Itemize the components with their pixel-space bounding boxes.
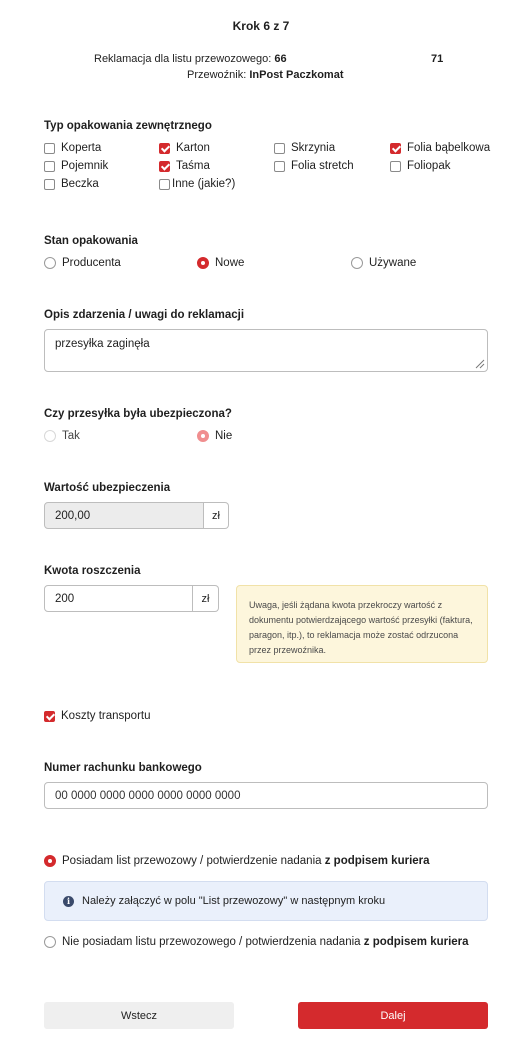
checkbox[interactable]: [274, 142, 285, 154]
checkbox[interactable]: [44, 710, 55, 722]
resize-handle-icon[interactable]: [473, 357, 485, 369]
insurance-value-input: 200,00: [44, 502, 204, 529]
step-indicator: Krok 6 z 7: [232, 19, 290, 33]
condition-title: Stan opakowania: [44, 235, 138, 247]
option-label: Posiadam list przewozowy / potwierdzenie…: [62, 855, 322, 867]
carrier-prefix: Przewoźnik:: [187, 69, 250, 81]
option-label: Nowe: [215, 257, 245, 269]
packaging-option-karton[interactable]: Karton: [159, 142, 210, 154]
packaging-option-folia-stretch[interactable]: Folia stretch: [274, 160, 354, 172]
insurance-value: 200,00: [55, 509, 91, 522]
packaging-option-beczka[interactable]: Beczka: [44, 178, 99, 190]
packaging-option-foliopak[interactable]: Foliopak: [390, 160, 450, 172]
insured-option-nie[interactable]: Nie: [197, 430, 232, 442]
condition-option-nowe[interactable]: Nowe: [197, 257, 244, 269]
checkbox[interactable]: [390, 160, 401, 172]
checkbox[interactable]: [274, 160, 285, 172]
option-label-bold: z podpisem kuriera: [363, 936, 469, 948]
radio[interactable]: [197, 257, 209, 269]
option-label: Folia bąbelkowa: [407, 142, 491, 154]
option-label: Karton: [176, 142, 210, 154]
waybill-info-text: Należy załączyć w polu "List przewozowy"…: [82, 895, 386, 907]
waybill-option-not[interactable]: Nie posiadam listu przewozowego / potwie…: [44, 936, 469, 948]
packaging-option-skrzynia[interactable]: Skrzynia: [274, 142, 335, 154]
option-label: Folia stretch: [291, 160, 354, 172]
claim-amount-input[interactable]: 200: [44, 585, 193, 612]
description-value: przesyłka zaginęła: [55, 338, 150, 350]
packaging-option-tasma[interactable]: Taśma: [159, 160, 210, 172]
radio[interactable]: [44, 936, 56, 948]
packaging-option-pojemnik[interactable]: Pojemnik: [44, 160, 108, 172]
option-label: Tak: [62, 430, 80, 442]
option-label: Koperta: [61, 142, 102, 154]
radio[interactable]: [351, 257, 363, 269]
option-label: Nie posiadam listu przewozowego / potwie…: [62, 936, 361, 948]
radio[interactable]: [44, 257, 56, 269]
claim-amount-value: 200: [55, 592, 75, 605]
checkbox[interactable]: [44, 178, 55, 190]
carrier-line: Przewoźnik: InPost Paczkomat: [187, 69, 344, 81]
claim-amount-title: Kwota roszczenia: [44, 565, 141, 577]
waybill-number-tail: 71: [431, 53, 444, 65]
radio[interactable]: [197, 430, 209, 442]
option-label: Używane: [369, 257, 417, 269]
insured-title: Czy przesyłka była ubezpieczona?: [44, 408, 232, 420]
option-label: Producenta: [62, 257, 121, 269]
carrier-name: InPost Paczkomat: [249, 69, 344, 81]
waybill-info-box: i Należy załączyć w polu "List przewozowy…: [44, 881, 488, 921]
back-button[interactable]: Wstecz: [44, 1002, 234, 1029]
checkbox[interactable]: [390, 142, 401, 154]
insured-option-tak[interactable]: Tak: [44, 430, 80, 442]
option-label: Koszty transportu: [61, 710, 151, 722]
packaging-option-koperta[interactable]: Koperta: [44, 142, 101, 154]
option-label: Beczka: [61, 178, 99, 190]
waybill-number: 66: [274, 53, 287, 65]
checkbox[interactable]: [159, 160, 170, 172]
insurance-value-unit: zł: [204, 502, 229, 529]
option-label: Taśma: [176, 160, 210, 172]
condition-option-uzywane[interactable]: Używane: [351, 257, 416, 269]
checkbox[interactable]: [159, 142, 170, 154]
claim-warning-box: Uwaga, jeśli żądana kwota przekroczy war…: [236, 585, 488, 663]
bank-account-input[interactable]: 00 0000 0000 0000 0000 0000 0000: [44, 782, 488, 809]
bank-account-title: Numer rachunku bankowego: [44, 762, 202, 774]
checkbox[interactable]: [44, 142, 55, 154]
option-label-bold: z podpisem kuriera: [324, 855, 430, 867]
radio[interactable]: [44, 430, 56, 442]
checkbox[interactable]: [159, 178, 170, 190]
packaging-option-folia-babelkowa[interactable]: Folia bąbelkowa: [390, 142, 490, 154]
option-label: Nie: [215, 430, 233, 442]
complaint-line: Reklamacja dla listu przewozowego: 66: [94, 53, 287, 65]
packaging-title: Typ opakowania zewnętrznego: [44, 120, 212, 132]
radio[interactable]: [44, 855, 56, 867]
waybill-option-has[interactable]: Posiadam list przewozowy / potwierdzenie…: [44, 855, 430, 867]
next-button[interactable]: Dalej: [298, 1002, 488, 1029]
condition-option-producenta[interactable]: Producenta: [44, 257, 121, 269]
checkbox[interactable]: [44, 160, 55, 172]
option-label: Foliopak: [407, 160, 451, 172]
insurance-value-title: Wartość ubezpieczenia: [44, 482, 171, 494]
transport-costs-checkbox[interactable]: Koszty transportu: [44, 710, 150, 722]
description-textarea[interactable]: przesyłka zaginęła: [44, 329, 488, 372]
option-label: Skrzynia: [291, 142, 336, 154]
option-label: Pojemnik: [61, 160, 109, 172]
claim-amount-unit: zł: [193, 585, 219, 612]
packaging-option-inne[interactable]: Inne (jakie?): [159, 178, 235, 190]
bank-account-placeholder: 00 0000 0000 0000 0000 0000 0000: [55, 789, 241, 802]
claim-warning-text: Uwaga, jeśli żądana kwota przekroczy war…: [249, 600, 473, 655]
info-icon: i: [63, 895, 74, 907]
description-title: Opis zdarzenia / uwagi do reklamacji: [44, 309, 245, 321]
complaint-prefix: Reklamacja dla listu przewozowego:: [94, 53, 275, 65]
option-label: Inne (jakie?): [172, 178, 236, 190]
